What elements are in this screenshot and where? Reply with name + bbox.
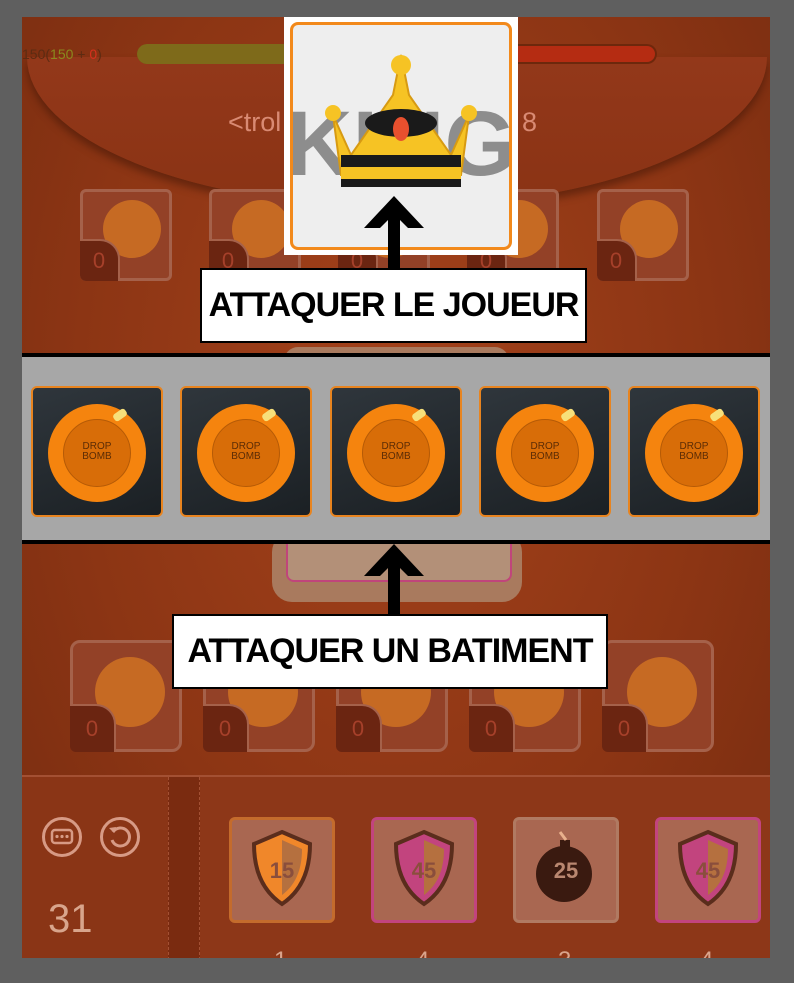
hp-green-value: 150	[50, 46, 74, 62]
building-tile[interactable]: DROP BOMB	[180, 386, 312, 517]
player-tile[interactable]: 0	[70, 640, 182, 752]
opponent-name-left: <trol	[228, 107, 282, 137]
hp-readout: 150(150 + 0)	[22, 46, 102, 62]
card-count: 1	[274, 947, 287, 958]
chat-button[interactable]	[42, 817, 82, 857]
arrow-up-icon	[364, 544, 424, 620]
tile-logo: DROP BOMB	[214, 442, 278, 462]
attack-player-label: ATTAQUER LE JOUEUR	[200, 268, 587, 343]
logo-bottom: BOMB	[82, 451, 112, 462]
building-tile[interactable]: DROP BOMB	[479, 386, 611, 517]
card-value: 15	[269, 858, 295, 883]
refresh-icon	[109, 826, 131, 848]
bottom-left-panel: 31	[22, 777, 168, 958]
panel-divider	[168, 777, 200, 958]
hp-plus: +	[73, 46, 90, 62]
tile-count: 0	[597, 239, 637, 281]
hp-prefix: 150(	[22, 46, 51, 62]
opponent-tile[interactable]: 0	[597, 189, 689, 281]
arrow-up-icon	[364, 196, 424, 272]
refresh-button[interactable]	[100, 817, 140, 857]
logo-bottom: BOMB	[530, 451, 560, 462]
logo-bottom: BOMB	[381, 451, 411, 462]
card-count: 4	[416, 947, 429, 958]
tile-logo: DROP BOMB	[662, 442, 726, 462]
card-count: 3	[558, 947, 571, 958]
card-value: 45	[695, 858, 721, 883]
logo-bottom: BOMB	[679, 451, 709, 462]
tile-count: 0	[602, 704, 648, 752]
player-tile[interactable]: 0	[602, 640, 714, 752]
tile-logo: DROP BOMB	[513, 442, 577, 462]
chat-icon	[50, 828, 74, 845]
hp-suffix: )	[97, 46, 102, 62]
building-tile[interactable]: DROP BOMB	[31, 386, 163, 517]
building-tile[interactable]: DROP BOMB	[628, 386, 760, 517]
screen: 150(150 + 0) <trol 8 0 0 0 0 0 0 0 0 0 0	[0, 0, 794, 983]
opponent-tile[interactable]: 0	[80, 189, 172, 281]
tile-count: 0	[203, 704, 249, 752]
tile-count: 0	[469, 704, 515, 752]
card-value: 25	[553, 858, 579, 883]
building-tile[interactable]: DROP BOMB	[330, 386, 462, 517]
logo-bottom: BOMB	[231, 451, 261, 462]
tile-logo: DROP BOMB	[65, 442, 129, 462]
opponent-name-right: 8	[522, 107, 538, 137]
bottom-bar: 31 15 45 25 45 1 4 3 4	[22, 775, 770, 958]
tile-count: 0	[80, 239, 120, 281]
tile-count: 0	[70, 704, 116, 752]
shield-card[interactable]: 45	[655, 817, 761, 923]
tile-count: 0	[336, 704, 382, 752]
tile-logo: DROP BOMB	[364, 442, 428, 462]
shield-card[interactable]: 15	[229, 817, 335, 923]
bomb-card[interactable]: 25	[513, 817, 619, 923]
shield-card[interactable]: 45	[371, 817, 477, 923]
card-value: 45	[411, 858, 437, 883]
hp-red-value: 0	[89, 46, 98, 62]
score: 31	[48, 897, 93, 941]
building-highlight-strip: DROP BOMB DROP BOMB DROP BOMB DROP BOMB DROP…	[22, 353, 770, 544]
card-count: 4	[700, 947, 713, 958]
attack-building-label: ATTAQUER UN BATIMENT	[172, 614, 608, 689]
